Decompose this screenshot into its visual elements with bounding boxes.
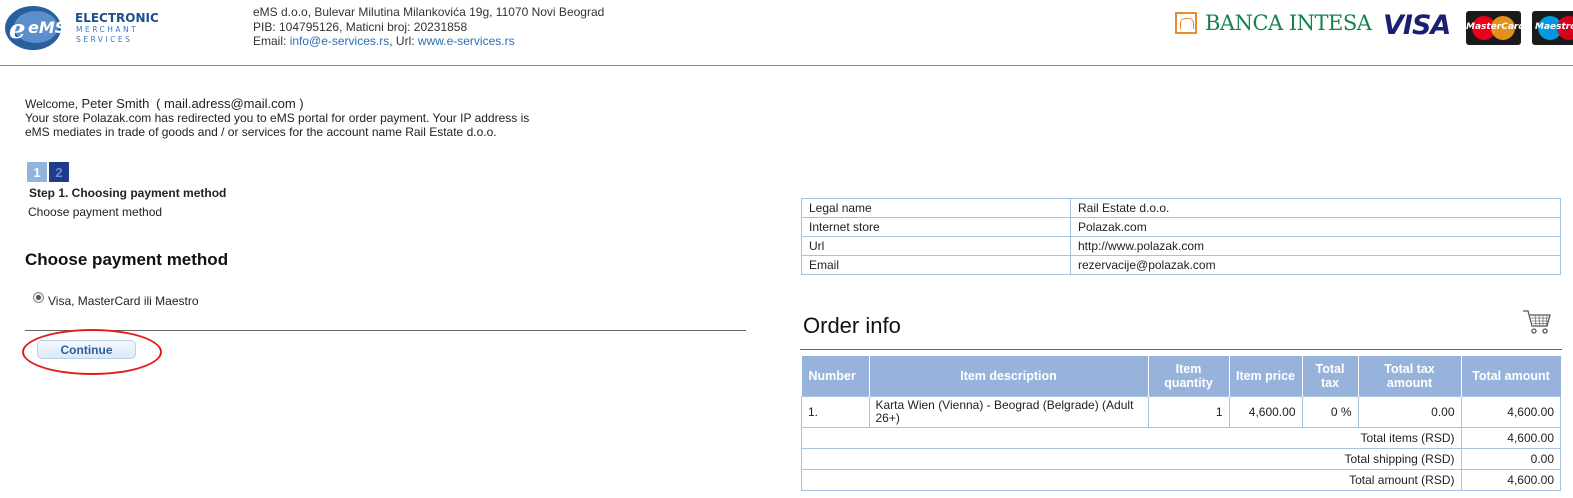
merchant-value: Polazak.com	[1070, 217, 1561, 237]
payment-radio[interactable]	[33, 292, 44, 303]
user-name: Peter Smith	[81, 96, 150, 111]
order-title: Order info	[803, 313, 901, 338]
order-header-row: Number Item description Item quantity It…	[801, 356, 1561, 397]
item-tax: 0 %	[1301, 396, 1359, 428]
item-description: Karta Wien (Vienna) - Beograd (Belgrade)…	[868, 396, 1149, 428]
step-1: 1	[27, 162, 47, 182]
total-value: 0.00	[1460, 448, 1561, 470]
header-divider	[0, 65, 1573, 66]
col-description: Item description	[868, 356, 1148, 397]
item-amount: 4,600.00	[1460, 396, 1561, 428]
mastercard-label: MasterCard	[1466, 22, 1525, 32]
step-2: 2	[49, 162, 69, 182]
col-quantity: Item quantity	[1147, 356, 1229, 397]
merchant-value: http://www.polazak.com	[1070, 236, 1561, 256]
bank-name: BANCA INTESA	[1205, 11, 1372, 35]
user-email: ( mail.adress@mail.com )	[156, 96, 304, 111]
welcome-line: Welcome, Peter Smith ( mail.adress@mail.…	[25, 96, 529, 112]
merchant-row: Url http://www.polazak.com	[801, 236, 1561, 256]
merchant-value: Rail Estate d.o.o.	[1070, 198, 1561, 218]
visa-logo: VISA	[1383, 10, 1451, 41]
item-tax-amount: 0.00	[1357, 396, 1462, 428]
merchant-key: Email	[801, 255, 1071, 275]
order-total-row: Total shipping (RSD) 0.00	[801, 448, 1561, 470]
col-tax: Total tax	[1301, 356, 1358, 397]
merchant-row: Internet store Polazak.com	[801, 217, 1561, 237]
order-divider	[800, 349, 1562, 350]
step-title: Step 1. Choosing payment method	[29, 186, 227, 200]
total-value: 4,600.00	[1460, 427, 1561, 449]
merchant-info-table: Legal name Rail Estate d.o.o. Internet sto…	[801, 198, 1561, 275]
highlight-ellipse	[22, 329, 162, 375]
maestro-label: Maestro	[1535, 22, 1573, 32]
col-tax-amount: Total tax amount	[1357, 356, 1461, 397]
logo-brand: eMS	[28, 18, 66, 37]
col-amount: Total amount	[1460, 356, 1561, 397]
col-price: Item price	[1228, 356, 1302, 397]
welcome-prefix: Welcome,	[25, 97, 82, 111]
url-label: , Url:	[389, 34, 418, 48]
company-address: eMS d.o.o, Bulevar Milutina Milankovića …	[253, 5, 605, 19]
order-total-row: Total items (RSD) 4,600.00	[801, 427, 1561, 449]
mediation-notice: eMS mediates in trade of goods and / or …	[25, 125, 497, 139]
merchant-row: Email rezervacije@polazak.com	[801, 255, 1561, 275]
item-quantity: 1	[1147, 396, 1230, 428]
email-label: Email:	[253, 34, 290, 48]
merchant-key: Internet store	[801, 217, 1071, 237]
payment-heading: Choose payment method	[25, 250, 229, 269]
banca-intesa-logo: BANCA INTESA	[1175, 8, 1372, 38]
order-table: Number Item description Item quantity It…	[801, 356, 1561, 491]
item-price: 4,600.00	[1228, 396, 1303, 428]
logo-line1: ELECTRONIC	[75, 11, 159, 25]
email-link[interactable]: info@e-services.rs	[290, 34, 390, 48]
order-total-row: Total amount (RSD) 4,600.00	[801, 469, 1561, 491]
step-subtitle: Choose payment method	[28, 205, 163, 219]
merchant-row: Legal name Rail Estate d.o.o.	[801, 198, 1561, 218]
order-item-row: 1. Karta Wien (Vienna) - Beograd (Belgrad…	[801, 396, 1561, 428]
ems-logo: e eMS ELECTRONIC MERCHANT SERVICES	[0, 0, 160, 60]
company-contacts: Email: info@e-services.rs, Url: www.e-se…	[253, 34, 604, 49]
url-link[interactable]: www.e-services.rs	[418, 34, 515, 48]
total-label: Total shipping (RSD)	[801, 448, 1462, 470]
total-label: Total amount (RSD)	[801, 469, 1462, 491]
company-ids: PIB: 104795126, Maticni broj: 20231858	[253, 19, 468, 34]
item-number: 1.	[801, 396, 870, 428]
merchant-key: Url	[801, 236, 1071, 256]
total-label: Total items (RSD)	[801, 427, 1462, 449]
payment-option-label[interactable]: Visa, MasterCard ili Maestro	[48, 294, 199, 308]
step-indicator: 1 2	[27, 162, 69, 182]
mastercard-logo: MasterCard	[1466, 11, 1525, 45]
intesa-mark-icon	[1175, 12, 1197, 34]
col-number: Number	[801, 356, 869, 397]
welcome-block: Welcome, Peter Smith ( mail.adress@mail.…	[25, 96, 530, 140]
merchant-key: Legal name	[801, 198, 1071, 218]
total-value: 4,600.00	[1460, 469, 1561, 491]
logo-line2: MERCHANT	[76, 25, 139, 34]
shopping-cart-icon	[1523, 310, 1551, 334]
maestro-logo: Maestro	[1532, 11, 1573, 45]
redirect-notice: Your store Polazak.com has redirected yo…	[25, 111, 530, 125]
svg-text:e: e	[9, 15, 26, 45]
company-info: eMS d.o.o, Bulevar Milutina Milankovića …	[253, 5, 604, 49]
merchant-value: rezervacije@polazak.com	[1070, 255, 1561, 275]
logo-line3: SERVICES	[76, 35, 133, 44]
payment-divider	[25, 330, 746, 331]
